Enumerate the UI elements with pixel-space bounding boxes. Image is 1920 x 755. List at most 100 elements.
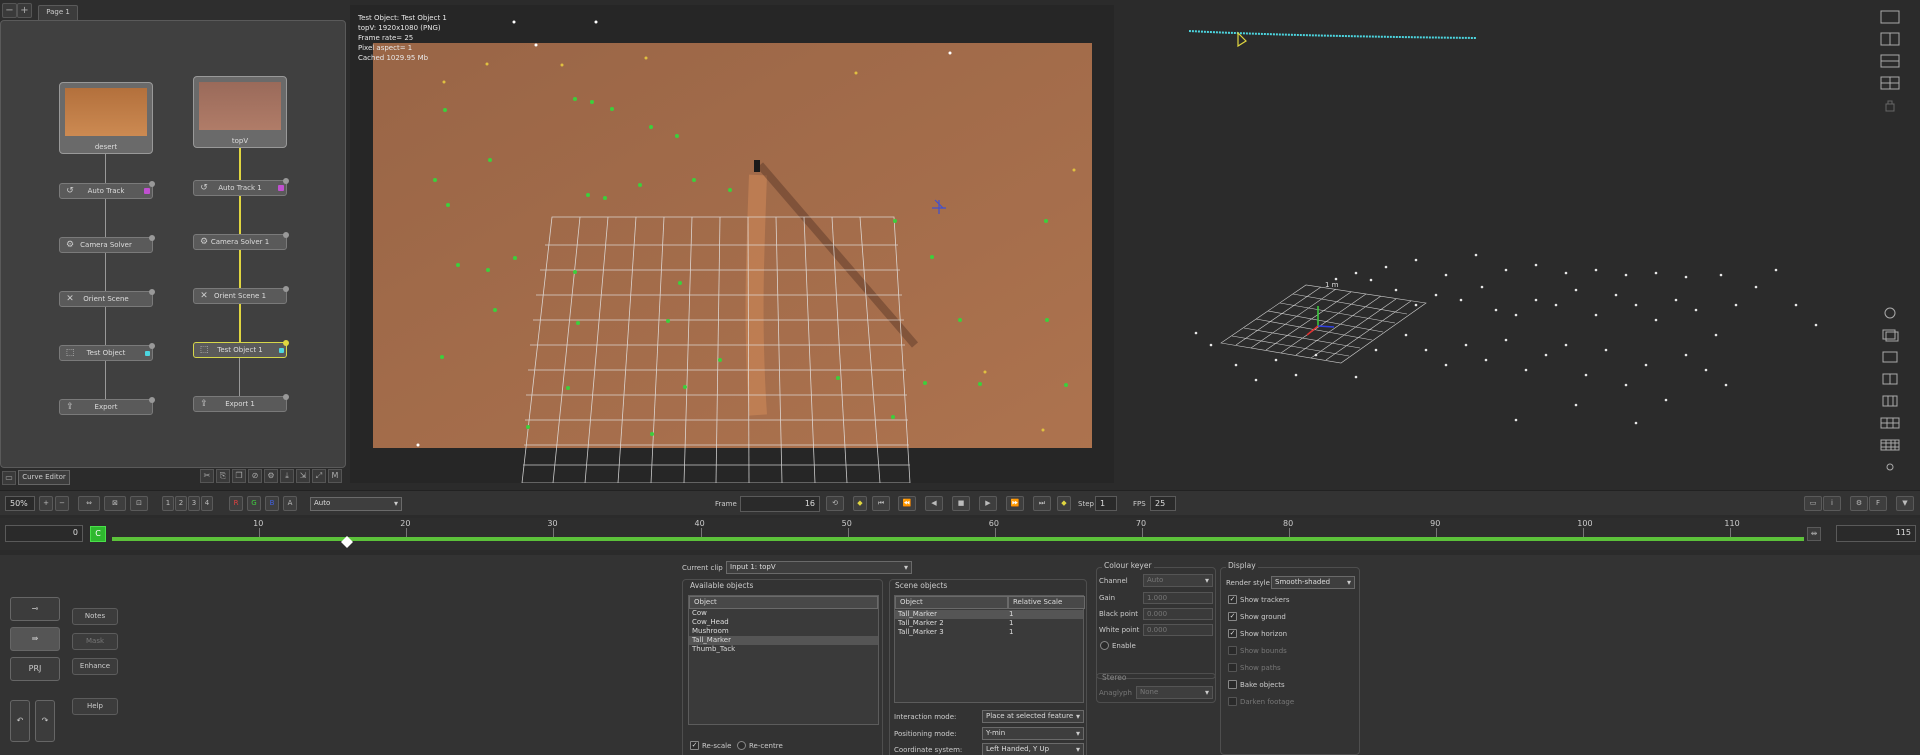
frame-input[interactable]: 16 — [740, 496, 820, 512]
output-port-icon[interactable] — [149, 289, 155, 295]
layers-icon[interactable] — [1880, 328, 1912, 348]
fit-icon[interactable]: ⇔ — [78, 496, 100, 511]
timeline-track[interactable] — [112, 537, 1804, 541]
scene-row[interactable]: Tall_Marker 2 1 — [895, 619, 1083, 628]
scene-row[interactable]: Tall_Marker 1 — [895, 610, 1083, 619]
stop-icon[interactable]: ■ — [952, 496, 970, 511]
sun-icon[interactable] — [1880, 460, 1912, 480]
positioning-mode-select[interactable]: Y-min — [982, 727, 1084, 740]
white-point-input[interactable]: 0.000 — [1143, 624, 1213, 636]
list-item-cow-head[interactable]: Cow_Head — [689, 618, 878, 627]
start-frame-input[interactable]: 0 — [5, 525, 83, 542]
recentre-radio[interactable] — [737, 741, 746, 750]
show-ground-checkbox[interactable]: ✓ — [1228, 612, 1237, 621]
node-camera-solver[interactable]: ⚙ Camera Solver — [59, 235, 155, 253]
step-back-icon[interactable]: ⏪ — [898, 496, 916, 511]
tool-tracker-icon[interactable]: ⊸ — [10, 597, 60, 621]
scene-objects-list[interactable]: Object Relative Scale Tall_Marker 1 Tall_… — [894, 595, 1085, 703]
rescale-checkbox[interactable]: ✓ — [690, 741, 699, 750]
monitor-icon[interactable]: ▭ — [2, 471, 16, 485]
output-port-icon[interactable] — [149, 181, 155, 187]
channel-select[interactable]: Auto — [1143, 574, 1213, 587]
go-start-icon[interactable]: ⏮ — [872, 496, 890, 511]
channel-1-button[interactable]: 1 — [162, 496, 174, 511]
tab-page-1[interactable]: Page 1 — [38, 5, 78, 20]
grid-full-icon[interactable] — [1880, 438, 1912, 458]
node-auto-track[interactable]: ↺ Auto Track — [59, 181, 155, 199]
layout-split-vertical-icon[interactable] — [1880, 32, 1912, 52]
fps-input[interactable]: 25 — [1150, 496, 1176, 511]
remove-page-icon[interactable]: − — [2, 3, 17, 18]
grid-medium-icon[interactable] — [1880, 372, 1912, 392]
tall-marker-object[interactable] — [754, 160, 760, 172]
node-desert-source[interactable]: desert — [59, 82, 153, 154]
play-icon[interactable]: ▶ — [979, 496, 997, 511]
available-objects-list[interactable]: Object Cow Cow_Head Mushroom Tall_Marker… — [688, 595, 879, 725]
output-port-icon[interactable] — [283, 178, 289, 184]
redo-icon[interactable]: ↷ — [35, 700, 55, 742]
green-channel-button[interactable]: G — [247, 496, 261, 511]
zoom-in-icon[interactable]: + — [39, 496, 53, 511]
layout-split-horizontal-icon[interactable] — [1880, 54, 1912, 74]
darken-footage-checkbox[interactable] — [1228, 697, 1237, 706]
black-point-input[interactable]: 0.000 — [1143, 608, 1213, 620]
anaglyph-select[interactable]: None — [1136, 686, 1213, 699]
menu-down-icon[interactable]: ▼ — [1896, 496, 1914, 511]
tool-place-icon[interactable]: ⇛ — [10, 627, 60, 651]
zoom-select[interactable]: 50% — [5, 496, 35, 511]
enable-keyer-radio[interactable] — [1100, 641, 1109, 650]
node-test-object-1[interactable]: ⬚ Test Object 1 — [193, 340, 289, 358]
prev-key-icon[interactable]: ◆ — [853, 496, 867, 511]
timeline[interactable]: 0 C 10 20 30 40 50 60 70 80 90 100 110 ⇹ 115 — [0, 518, 1920, 550]
lock-icon[interactable] — [1880, 98, 1912, 118]
download-icon[interactable]: ⤓ — [280, 469, 294, 483]
output-port-icon[interactable] — [283, 286, 289, 292]
fit-timeline-icon[interactable]: ⇹ — [1807, 527, 1821, 541]
loop-icon[interactable]: ⟲ — [826, 496, 844, 511]
blue-channel-button[interactable]: B — [265, 496, 279, 511]
scene-header-scale[interactable]: Relative Scale — [1008, 596, 1085, 609]
bake-objects-checkbox[interactable] — [1228, 680, 1237, 689]
scene-header-object[interactable]: Object — [895, 596, 1008, 609]
layout-quad-icon[interactable] — [1880, 76, 1912, 96]
help-button[interactable]: Help — [72, 698, 118, 715]
show-paths-checkbox[interactable] — [1228, 663, 1237, 672]
paste-icon[interactable]: ❐ — [232, 469, 246, 483]
available-header[interactable]: Object — [689, 596, 878, 609]
node-test-object[interactable]: ⬚ Test Object — [59, 343, 155, 361]
help-f-icon[interactable]: F — [1869, 496, 1887, 511]
mask-button[interactable]: Mask — [72, 633, 118, 650]
notes-button[interactable]: Notes — [72, 608, 118, 625]
preferences-icon[interactable]: ⚙ — [1850, 496, 1868, 511]
node-graph-panel[interactable]: desert ↺ Auto Track ⚙ Camera Solver ✕ Orien… — [0, 20, 346, 468]
gain-input[interactable]: 1.000 — [1143, 592, 1213, 604]
output-port-icon[interactable] — [149, 397, 155, 403]
output-port-icon[interactable] — [149, 343, 155, 349]
interaction-mode-select[interactable]: Place at selected feature — [982, 710, 1084, 723]
output-port-icon[interactable] — [149, 235, 155, 241]
output-port-icon[interactable] — [283, 340, 289, 346]
list-item-cow[interactable]: Cow — [689, 609, 878, 618]
fit-view-icon[interactable]: ⤢ — [312, 469, 326, 483]
output-port-icon[interactable] — [283, 394, 289, 400]
show-bounds-checkbox[interactable] — [1228, 646, 1237, 655]
collapse-icon[interactable]: ⇲ — [296, 469, 310, 483]
layout-single-icon[interactable] — [1880, 10, 1912, 30]
next-key-icon[interactable]: ◆ — [1057, 496, 1071, 511]
node-topv-source[interactable]: topV — [193, 76, 287, 148]
alpha-channel-button[interactable]: A — [283, 496, 297, 511]
current-clip-select[interactable]: Input 1: topV — [726, 561, 912, 574]
keyframe-toggle-button[interactable]: C — [90, 526, 106, 542]
enhance-button[interactable]: Enhance — [72, 658, 118, 675]
show-trackers-checkbox[interactable]: ✓ — [1228, 595, 1237, 604]
playhead-icon[interactable] — [341, 536, 354, 548]
node-export-1[interactable]: ⇪ Export 1 — [193, 394, 289, 412]
cut-icon[interactable]: ✂ — [200, 469, 214, 483]
step-input[interactable]: 1 — [1095, 496, 1117, 511]
render-style-select[interactable]: Smooth-shaded — [1271, 576, 1355, 589]
delete-node-icon[interactable]: ⊘ — [248, 469, 262, 483]
step-forward-icon[interactable]: ⏩ — [1006, 496, 1024, 511]
channel-3-button[interactable]: 3 — [188, 496, 200, 511]
undo-icon[interactable]: ↶ — [10, 700, 30, 742]
settings-icon[interactable]: ⚙ — [264, 469, 278, 483]
